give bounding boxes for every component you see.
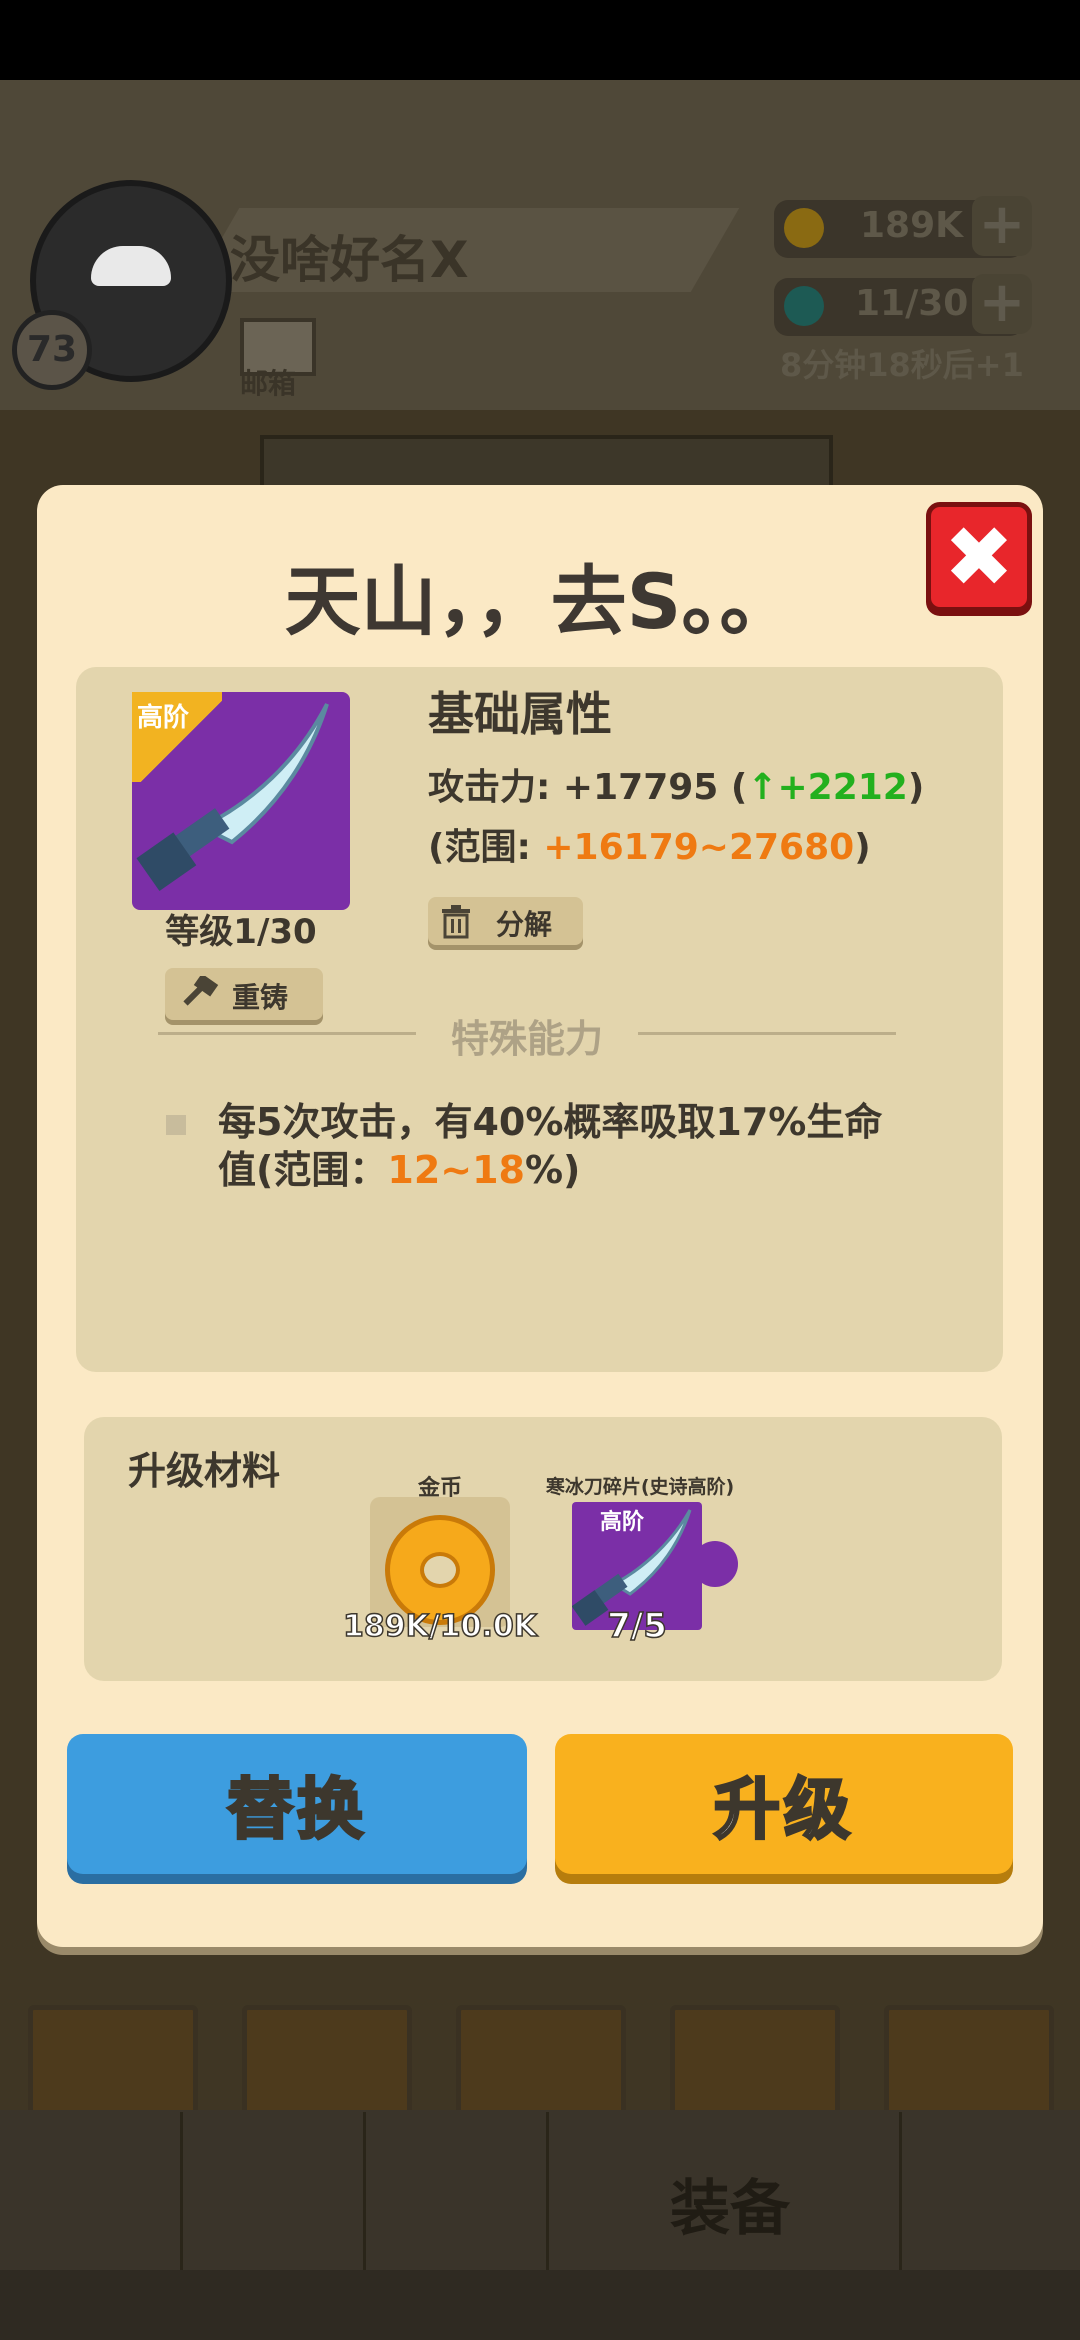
add-gold-button[interactable]: + [972,196,1032,256]
range-prefix: (范围: [428,827,544,868]
add-gem-button[interactable]: + [972,274,1032,334]
upgrade-button[interactable]: 升级 [555,1734,1013,1874]
trash-icon [442,905,470,939]
materials-title: 升级材料 [128,1449,281,1493]
shard-label: 寒冰刀碎片(史诗高阶) [545,1476,735,1498]
item-level: 等级1/30 [165,912,317,952]
ability-end: %) [524,1148,581,1192]
gem-amount: 11/30 [855,283,969,324]
player-name: 没啥好名X [230,231,469,289]
coin-count: 189K/10.0K [342,1608,538,1645]
attack-bonus: ↑+2212 [747,767,908,808]
status-bar [0,0,1080,80]
coin-hole [420,1552,460,1588]
mail-label: 邮箱 [240,367,297,400]
nav-battle-icon[interactable] [366,2112,549,2272]
tier-label: 高阶 [137,703,190,733]
replace-button[interactable]: 替换 [67,1734,527,1874]
item-title: 天山，，去S。。 [284,557,796,646]
divider-right [638,1032,896,1035]
gold-coin-icon [784,208,824,248]
hammer-icon [183,976,219,1006]
special-ability-title: 特殊能力 [450,1017,603,1061]
reforge-label: 重铸 [232,981,289,1014]
player-level-badge: 73 [12,310,92,390]
divider-left [158,1032,416,1035]
avatar-face [91,246,171,286]
attack-value: 攻击力: +17795 ( [428,767,748,808]
shard-tier: 高阶 [600,1510,645,1535]
attack-suffix: ) [907,767,925,808]
upgrade-label: 升级 [713,1770,854,1850]
range-suffix: ) [854,827,871,868]
range-value: +16179~27680 [543,827,855,868]
shard-count: 7/5 [606,1605,667,1647]
attack-stat: 攻击力: +17795 (↑+2212) [428,758,924,810]
gem-icon [784,286,824,326]
decompose-label: 分解 [496,908,553,941]
replace-label: 替换 [226,1770,367,1850]
special-ability-text: 每5次攻击，有40%概率吸取17%生命值(范围：12~18%) [218,1098,918,1194]
energy-timer: 8分钟18秒后+1 [780,346,1024,384]
nav-task-icon[interactable] [0,2112,183,2272]
nav-equip-label: 装备 [670,2174,790,2244]
nav-train-icon[interactable] [183,2112,366,2272]
basic-attributes-title: 基础属性 [428,687,612,741]
gold-amount: 189K [860,205,964,246]
bullet-icon [166,1115,186,1135]
ability-range: 12~18 [387,1148,525,1192]
nav-footer [0,2270,1080,2340]
range-stat: (范围: +16179~27680) [428,818,871,870]
